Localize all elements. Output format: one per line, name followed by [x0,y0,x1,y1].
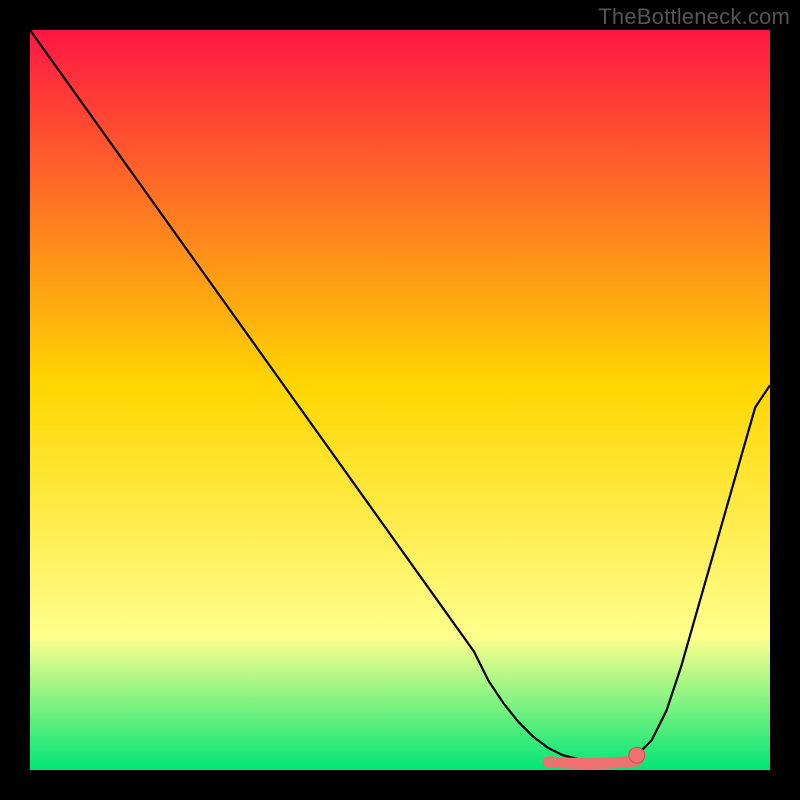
bottleneck-curve-chart [30,30,770,770]
optimal-flat-segment [548,761,637,764]
optimal-point-marker [629,747,645,763]
gradient-background [30,30,770,770]
chart-frame: TheBottleneck.com [0,0,800,800]
plot-area [30,30,770,770]
watermark-text: TheBottleneck.com [598,4,790,30]
